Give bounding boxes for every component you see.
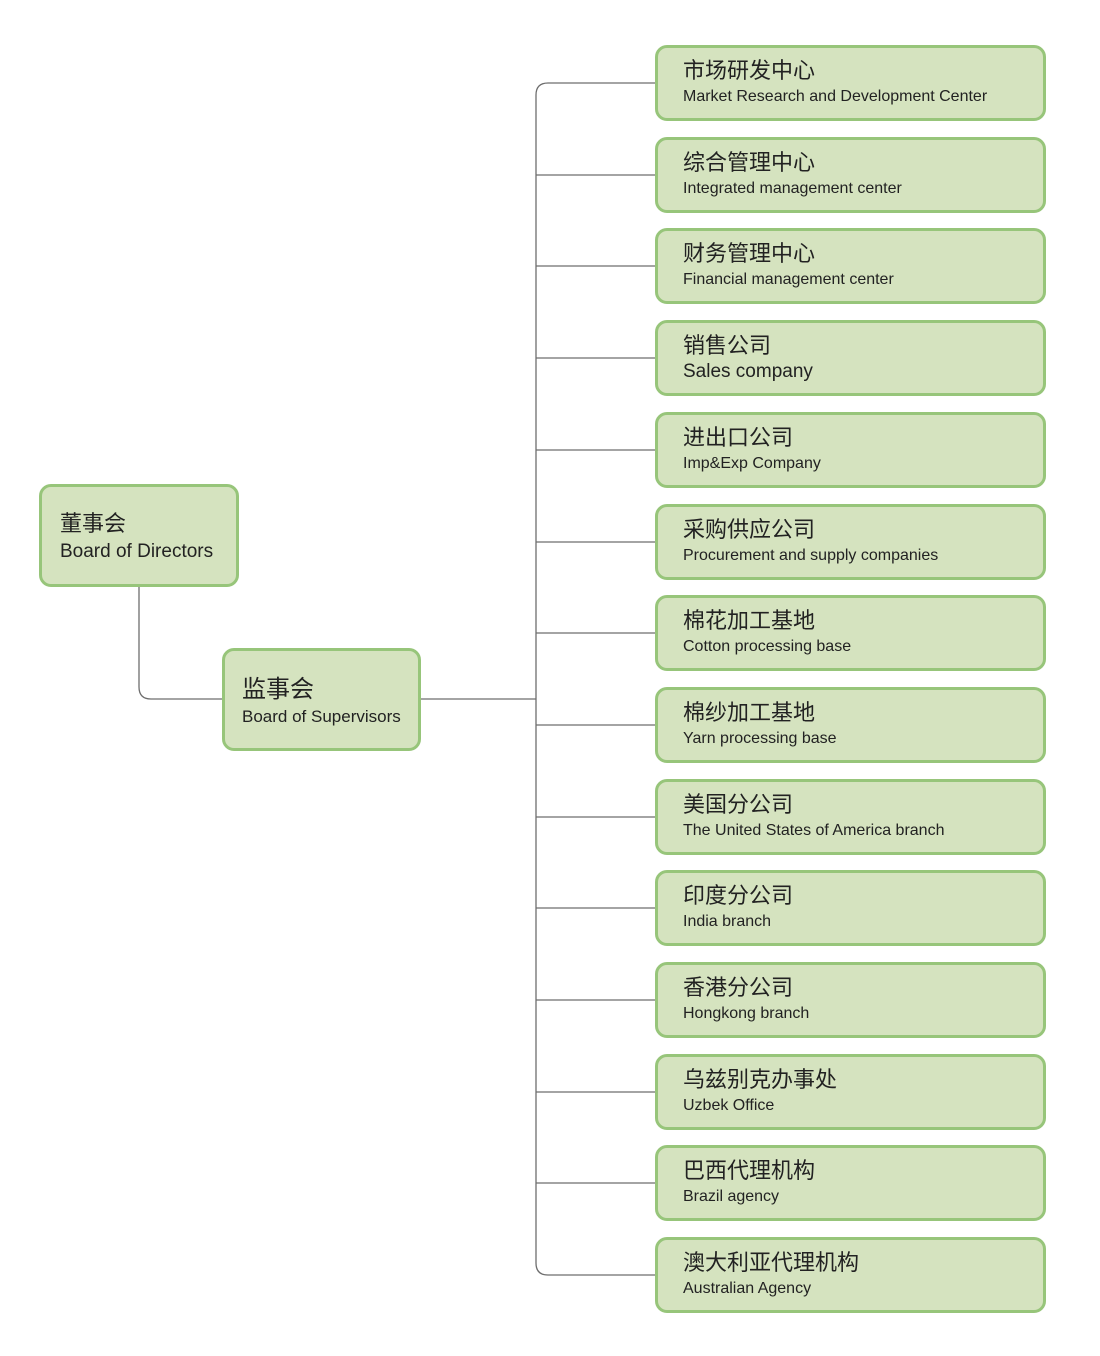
department-node[interactable]: 香港分公司 Hongkong branch	[655, 962, 1046, 1038]
department-title-zh: 棉纱加工基地	[683, 701, 816, 726]
department-title-en: Imp&Exp Company	[683, 455, 821, 472]
department-title-en: India branch	[683, 913, 772, 930]
department-title-zh: 销售公司	[683, 334, 772, 359]
node-title-zh: 董事会	[60, 512, 127, 537]
department-title-zh: 澳大利亚代理机构	[683, 1251, 860, 1276]
department-title-zh: 乌兹别克办事处	[683, 1068, 838, 1093]
department-node[interactable]: 财务管理中心 Financial management center	[655, 228, 1046, 304]
department-node[interactable]: 乌兹别克办事处 Uzbek Office	[655, 1054, 1046, 1130]
department-title-en: Yarn processing base	[683, 730, 837, 747]
department-node[interactable]: 市场研发中心 Market Research and Development Ce…	[655, 45, 1046, 121]
department-node[interactable]: 美国分公司 The United States of America branch	[655, 779, 1046, 855]
department-title-zh: 财务管理中心	[683, 242, 816, 267]
department-title-zh: 采购供应公司	[683, 518, 816, 543]
node-title-en: Board of Directors	[60, 541, 214, 562]
department-node[interactable]: 进出口公司 Imp&Exp Company	[655, 412, 1046, 488]
department-title-en: Cotton processing base	[683, 638, 852, 655]
department-node[interactable]: 印度分公司 India branch	[655, 870, 1046, 946]
department-node[interactable]: 巴西代理机构 Brazil agency	[655, 1145, 1046, 1221]
connector-directors-to-supervisors	[138, 586, 223, 700]
node-title-zh: 监事会	[242, 675, 314, 703]
node-board-of-supervisors[interactable]: 监事会 Board of Supervisors	[222, 648, 421, 751]
department-title-zh: 进出口公司	[683, 426, 794, 451]
department-title-en: Financial management center	[683, 271, 894, 288]
department-title-en: Australian Agency	[683, 1280, 812, 1297]
node-board-of-directors[interactable]: 董事会 Board of Directors	[39, 484, 239, 587]
connector-spine	[535, 82, 549, 1276]
department-title-en: The United States of America branch	[683, 822, 945, 839]
connector-branches	[536, 82, 655, 1276]
department-node[interactable]: 综合管理中心 Integrated management center	[655, 137, 1046, 213]
department-title-en: Brazil agency	[683, 1188, 780, 1205]
department-node[interactable]: 棉纱加工基地 Yarn processing base	[655, 687, 1046, 763]
department-node[interactable]: 澳大利亚代理机构 Australian Agency	[655, 1237, 1046, 1313]
department-title-zh: 综合管理中心	[683, 151, 816, 176]
department-title-zh: 美国分公司	[683, 793, 794, 818]
department-title-en: Sales company	[683, 361, 813, 382]
node-title-en: Board of Supervisors	[242, 707, 401, 726]
department-title-zh: 印度分公司	[683, 884, 794, 909]
department-title-en: Integrated management center	[683, 180, 902, 197]
department-title-zh: 香港分公司	[683, 976, 794, 1001]
department-node[interactable]: 采购供应公司 Procurement and supply companies	[655, 504, 1046, 580]
department-title-zh: 市场研发中心	[683, 59, 816, 84]
department-title-en: Hongkong branch	[683, 1005, 810, 1022]
department-title-zh: 棉花加工基地	[683, 609, 816, 634]
department-node[interactable]: 棉花加工基地 Cotton processing base	[655, 595, 1046, 671]
department-title-en: Procurement and supply companies	[683, 547, 939, 564]
department-title-en: Uzbek Office	[683, 1097, 775, 1114]
department-node[interactable]: 销售公司 Sales company	[655, 320, 1046, 396]
department-title-zh: 巴西代理机构	[683, 1159, 816, 1184]
department-title-en: Market Research and Development Center	[683, 88, 988, 105]
